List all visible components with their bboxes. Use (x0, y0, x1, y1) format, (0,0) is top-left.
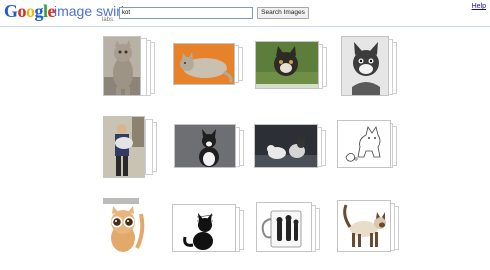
cat-mug-thumbnail[interactable] (256, 202, 312, 252)
cat-with-dog-thumbnail[interactable] (255, 41, 319, 89)
help-link[interactable]: Help (472, 3, 486, 10)
image-swirl-page: Google image swirl labs. Search Images H… (0, 0, 490, 270)
cat-sitting-upright-thumbnail[interactable] (103, 36, 141, 96)
search-input[interactable] (119, 7, 253, 19)
man-holding-cat-thumbnail[interactable] (103, 116, 145, 178)
cats-on-car-thumbnail[interactable] (254, 124, 318, 168)
black-white-cat-thumbnail[interactable] (174, 124, 236, 168)
header-bar: Google image swirl labs. Search Images H… (0, 0, 490, 27)
cat-monochrome-thumbnail[interactable] (341, 36, 389, 96)
cat-lying-orange-thumbnail[interactable] (173, 43, 235, 85)
cat-line-drawing-thumbnail[interactable] (337, 120, 391, 168)
black-cat-silhouette-thumbnail[interactable] (172, 204, 236, 252)
siamese-cat-thumbnail[interactable] (337, 200, 391, 252)
big-eyed-kitten-thumbnail[interactable] (101, 196, 147, 258)
search-images-button[interactable]: Search Images (257, 7, 309, 19)
labs-label: labs. (102, 17, 115, 23)
google-logo[interactable]: Google (4, 2, 56, 20)
